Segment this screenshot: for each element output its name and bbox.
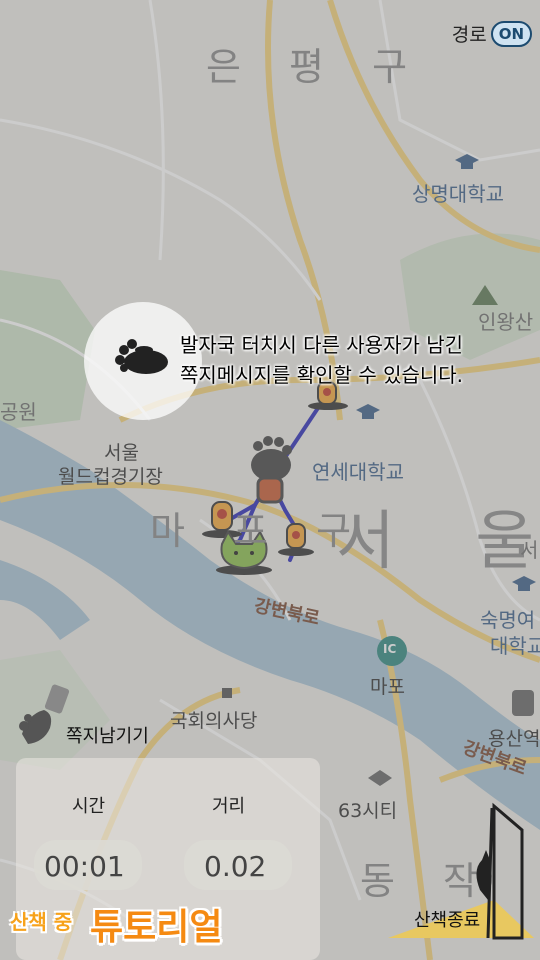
place-label: 국회의사당 bbox=[170, 710, 258, 732]
district-label: 은 평 구 bbox=[206, 45, 426, 89]
building-icon bbox=[222, 688, 232, 698]
route-toggle-label: 경로 bbox=[451, 24, 487, 46]
train-station-icon bbox=[512, 690, 534, 716]
ic-label: IC bbox=[383, 642, 397, 656]
leave-note-label: 쪽지남기기 bbox=[66, 726, 149, 747]
distance-label: 거리 bbox=[212, 796, 246, 817]
city-label: 서 울 bbox=[336, 505, 540, 579]
university-label: 연세대학교 bbox=[312, 460, 404, 484]
route-toggle-switch[interactable]: ON bbox=[490, 20, 532, 47]
park-label: 공원 bbox=[0, 400, 37, 424]
note-hand-icon bbox=[19, 684, 70, 744]
tutorial-message-line: 쪽지메시지를 확인할 수 있습니다. bbox=[180, 363, 464, 387]
tutorial-message-line: 발자국 터치시 다른 사용자가 남긴 bbox=[180, 333, 464, 357]
university-label: 상명대학교 bbox=[412, 182, 504, 206]
time-value: 00:01 bbox=[44, 850, 125, 883]
tutorial-title: 튜토리얼 bbox=[90, 907, 223, 948]
stadium-label: 월드컵경기장 bbox=[58, 466, 163, 488]
end-walk-label: 산책종료 bbox=[414, 910, 481, 931]
route-toggle[interactable]: 경로 ON bbox=[452, 20, 532, 47]
tutorial-message: 발자국 터치시 다른 사용자가 남긴 쪽지메시지를 확인할 수 있습니다. bbox=[180, 330, 463, 390]
place-label: 마포 bbox=[370, 676, 405, 698]
university-label: 숙명여 bbox=[480, 608, 536, 632]
time-label: 시간 bbox=[72, 796, 106, 817]
walk-mode-tag: 산책 중 bbox=[10, 910, 73, 934]
map-label: 서 bbox=[520, 538, 539, 562]
stadium-label: 서울 bbox=[104, 442, 139, 464]
university-label: 대학교 bbox=[490, 634, 540, 658]
distance-value: 0.02 bbox=[204, 850, 267, 883]
mountain-label: 인왕산 bbox=[478, 310, 534, 334]
